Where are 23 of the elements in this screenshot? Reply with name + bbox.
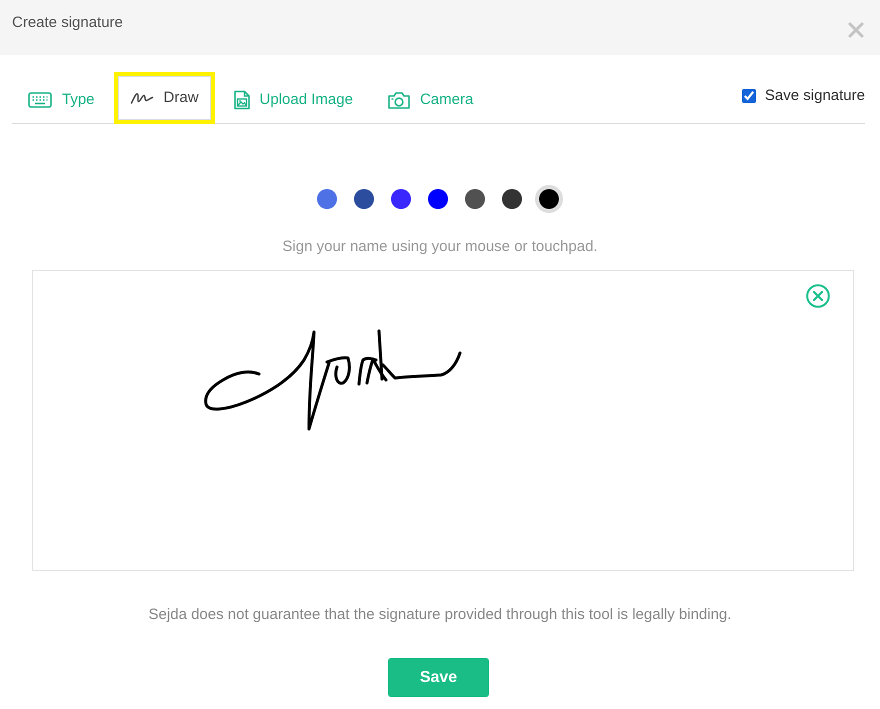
color-swatch[interactable] bbox=[391, 189, 411, 209]
color-swatch[interactable] bbox=[354, 189, 374, 209]
pen-squiggle-icon bbox=[130, 90, 154, 104]
save-signature-label: Save signature bbox=[764, 87, 865, 104]
keyboard-icon bbox=[28, 92, 52, 108]
save-signature-checkbox[interactable] bbox=[742, 88, 756, 102]
color-swatch[interactable] bbox=[465, 189, 485, 209]
tab[interactable]: Type bbox=[12, 72, 111, 124]
color-swatch[interactable] bbox=[317, 189, 337, 209]
tab[interactable]: Draw bbox=[114, 72, 215, 124]
color-swatch[interactable] bbox=[535, 185, 563, 213]
color-swatch[interactable] bbox=[502, 189, 522, 209]
camera-icon bbox=[388, 90, 410, 108]
tab[interactable]: Camera bbox=[372, 72, 490, 124]
clear-icon bbox=[806, 284, 830, 308]
disclaimer-text: Sejda does not guarantee that the signature provided through this tool is legally binding. bbox=[148, 606, 732, 624]
tab[interactable]: Upload Image bbox=[218, 72, 369, 124]
instruction-text: Sign your name using your mouse or touchpad. bbox=[281, 238, 599, 256]
color-swatch[interactable] bbox=[428, 189, 448, 209]
close-icon bbox=[848, 22, 864, 38]
save-button[interactable]: Save bbox=[388, 658, 489, 697]
dialog-title: Create signature bbox=[12, 14, 123, 30]
image-file-icon bbox=[234, 90, 250, 110]
